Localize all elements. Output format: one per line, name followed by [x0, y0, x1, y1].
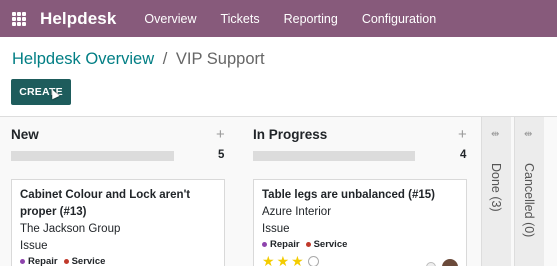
star-icon[interactable]: ★ [262, 253, 275, 266]
kanban-state-icon[interactable] [426, 262, 436, 266]
tag-color-dot [262, 242, 267, 247]
ticket-title: Table legs are unbalanced (#15) [262, 189, 435, 201]
tag-label: Service [71, 256, 106, 266]
fold-arrows-icon: ⇹ [491, 129, 499, 140]
ticket-tags: Repair Service [262, 239, 458, 250]
kanban-column-new: New + 5 Cabinet Colour and Lock aren't p… [0, 117, 241, 266]
folded-column-cancelled[interactable]: ⇹ Cancelled (0) [514, 117, 544, 266]
kanban-board: New + 5 Cabinet Colour and Lock aren't p… [0, 116, 557, 266]
tag-label: Repair [270, 239, 300, 250]
create-button[interactable]: CREATE [11, 79, 71, 105]
tag-repair: Repair [20, 256, 58, 266]
folded-column-label: Done (3) [489, 163, 503, 212]
tag-color-dot [305, 242, 311, 247]
ticket-type: Issue [20, 240, 48, 252]
tag-repair: Repair [262, 239, 300, 250]
menu-item-configuration[interactable]: Configuration [350, 12, 448, 26]
column-title: New [11, 127, 39, 142]
column-title: In Progress [253, 127, 328, 142]
fold-arrows-icon: ⇹ [524, 129, 532, 140]
column-count: 4 [460, 149, 467, 161]
ticket-card[interactable]: Table legs are unbalanced (#15) Azure In… [253, 179, 467, 266]
quick-create-plus-icon[interactable]: + [216, 126, 225, 143]
ticket-customer: Azure Interior [262, 206, 332, 218]
ticket-tags: Repair Service [20, 256, 216, 266]
breadcrumb-parent-link[interactable]: Helpdesk Overview [12, 50, 154, 68]
tag-label: Repair [28, 256, 58, 266]
breadcrumb-separator: / [162, 50, 168, 68]
tag-service: Service [63, 256, 106, 266]
column-progress-bar[interactable] [11, 151, 174, 161]
tag-color-dot [20, 259, 25, 264]
apps-menu-icon[interactable] [12, 11, 26, 26]
app-brand[interactable]: Helpdesk [40, 9, 116, 29]
folded-column-done[interactable]: ⇹ Done (3) [481, 117, 511, 266]
tag-service: Service [305, 239, 348, 250]
menu-item-reporting[interactable]: Reporting [272, 12, 350, 26]
clock-icon[interactable] [307, 256, 319, 266]
top-navbar: Helpdesk Overview Tickets Reporting Conf… [0, 0, 557, 37]
folded-column-label: Cancelled (0) [522, 163, 536, 238]
ticket-card[interactable]: Cabinet Colour and Lock aren't proper (#… [11, 179, 225, 266]
menu-item-tickets[interactable]: Tickets [208, 12, 271, 26]
star-icon[interactable]: ★ [291, 253, 304, 266]
quick-create-plus-icon[interactable]: + [458, 126, 467, 143]
column-progress-bar[interactable] [253, 151, 415, 161]
star-icon[interactable]: ★ [277, 253, 290, 266]
ticket-customer: The Jackson Group [20, 223, 121, 235]
breadcrumb: Helpdesk Overview / VIP Support [12, 50, 265, 69]
tag-color-dot [63, 259, 69, 264]
column-count: 5 [218, 149, 225, 161]
ticket-type: Issue [262, 223, 290, 235]
tag-label: Service [313, 239, 348, 250]
kanban-column-in-progress: In Progress + 4 Table legs are unbalance… [241, 117, 481, 266]
ticket-title: Cabinet Colour and Lock aren't proper (#… [20, 189, 191, 218]
main-menu: Overview Tickets Reporting Configuration [132, 12, 448, 26]
menu-item-overview[interactable]: Overview [132, 12, 208, 26]
breadcrumb-current: VIP Support [175, 50, 265, 68]
